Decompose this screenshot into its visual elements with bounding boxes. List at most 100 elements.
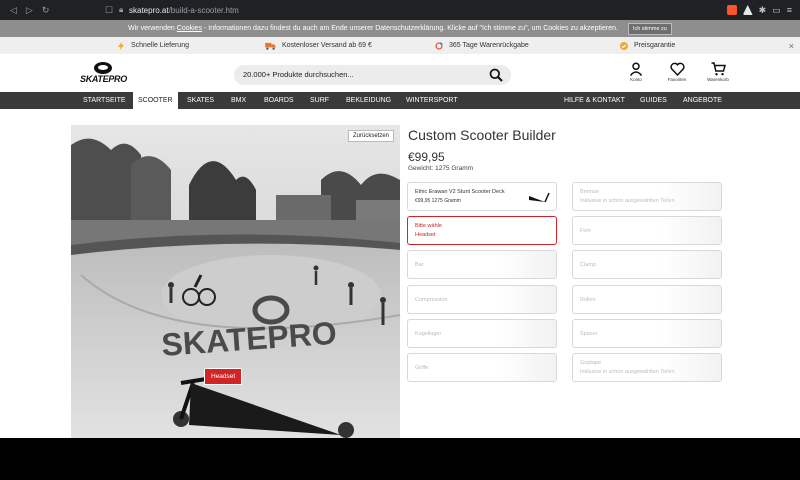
part-compression[interactable]: Compression [407,285,557,314]
part-name: Spacer [580,331,598,337]
main-nav: STARTSEITE SCOOTER SKATES BMX BOARDS SUR… [0,92,800,109]
browser-nav: ◁ ▷ ↻ [0,5,105,16]
close-icon[interactable]: × [789,41,794,51]
part-kugellager[interactable]: Kugellager [407,319,557,348]
site-header: SKATEPRO 20.000+ Produkte durchsuchen...… [0,54,800,92]
search-placeholder: 20.000+ Produkte durchsuchen... [243,70,354,79]
browser-toolbar: ◁ ▷ ↻ ☐ 🔒︎ skatepro.at/build-a-scooter.h… [0,0,800,20]
usp-fast-delivery: Schnelle Lieferung [117,41,189,50]
part-name: Rollen [580,297,596,303]
part-fade [661,354,721,381]
account-button[interactable]: Konto [622,62,650,82]
search-input[interactable]: 20.000+ Produkte durchsuchen... [234,65,511,85]
window-icon[interactable]: ▭ [772,5,781,16]
skatepark-photo: SKATEPRO [71,125,400,438]
nav-item-scooter[interactable]: SCOOTER [133,92,178,109]
badge-check-icon [620,41,628,50]
part-name: Compression [415,297,448,303]
user-icon [629,62,643,76]
nav-item-wintersport[interactable]: WINTERSPORT [401,92,463,109]
part-details: Headset [415,232,436,238]
part-name: Ethic Erawan V2 Stunt Scooter Deck [415,189,505,195]
usp-bar: Schnelle Lieferung Kostenloser Versand a… [0,37,800,54]
part-fade [661,251,721,278]
reset-button[interactable]: Zurücksetzen [347,130,394,142]
cookie-accept-button[interactable]: Ich stimme zu [627,22,672,35]
account-label: Konto [630,77,642,82]
deck-thumbnail [529,192,550,203]
total-weight: Gewicht: 1275 Gramm [408,165,474,172]
part-rollen[interactable]: Rollen [572,285,722,314]
usp-free-shipping: Kostenloser Versand ab 69 € [265,42,372,50]
menu-icon[interactable]: ≡ [787,5,792,15]
part-bar[interactable]: Bar [407,250,557,279]
cart-icon [711,62,726,76]
part-name: Clamp [580,262,596,268]
back-icon[interactable]: ◁ [10,5,17,16]
usp-price-guarantee: Preisgarantie [620,41,676,50]
brave-shield-icon[interactable] [726,5,737,15]
part-bremse[interactable]: Bremse Inklusive in schon ausgewählten T… [572,182,722,211]
part-name: Fork [580,228,591,234]
part-fade [661,286,721,313]
truck-icon [265,42,276,50]
reload-icon[interactable]: ↻ [42,5,50,16]
search-icon[interactable] [489,68,503,82]
favorites-button[interactable]: Favoriten [663,62,691,82]
part-name: Griptape [580,360,602,366]
cookie-text-after: - Informationen dazu findest du auch am … [202,25,618,32]
cookie-link[interactable]: Cookies [177,25,202,32]
nav-item-skates[interactable]: SKATES [182,92,219,109]
part-name: Griffe [415,365,429,371]
part-fade [496,354,556,381]
part-griptape[interactable]: Griptape Inklusive in schon ausgewählten… [572,353,722,382]
return-icon [435,41,443,50]
bookmark-icon[interactable]: ☐ [105,5,119,16]
nav-item-bmx[interactable]: BMX [226,92,251,109]
favorites-label: Favoriten [667,77,687,82]
nav-item-bekleidung[interactable]: BEKLEIDUNG [341,92,396,109]
heart-icon [669,62,685,76]
page-title: Custom Scooter Builder [408,127,556,143]
nav-item-surf[interactable]: SURF [305,92,334,109]
skatepro-logo[interactable]: SKATEPRO [80,62,128,86]
part-clamp[interactable]: Clamp [572,250,722,279]
part-spacer[interactable]: Spacer [572,319,722,348]
nav-item-guides[interactable]: GUIDES [635,92,672,109]
address-bar[interactable]: skatepro.at/build-a-scooter.htm [129,6,727,15]
part-headset[interactable]: Bitte wähle Headset [407,216,557,245]
cart-button[interactable]: Warenkorb [704,62,732,82]
part-name: Kugellager [415,331,442,337]
part-deck[interactable]: Ethic Erawan V2 Stunt Scooter Deck €99,9… [407,182,557,211]
usp-label: 365 Tage Warenrückgabe [449,42,529,49]
part-details: €99,95 1275 Gramm [415,198,461,204]
scooter-preview: SKATEPRO Zurücksetzen Headset [71,125,400,438]
nav-item-angebote[interactable]: ANGEBOTE [678,92,727,109]
part-fade [496,286,556,313]
rewards-icon[interactable] [742,5,753,15]
part-fade [496,320,556,347]
part-name: Bar [415,262,424,268]
part-fork[interactable]: Fork [572,216,722,245]
header-actions: Konto Favoriten Warenkorb [622,62,732,82]
url-path: /build-a-scooter.htm [168,5,239,15]
browser-extensions: ✱ ▭ ≡ [726,5,800,16]
usp-label: Kostenloser Versand ab 69 € [282,42,372,49]
extensions-icon[interactable]: ✱ [759,5,767,16]
nav-item-hilfe[interactable]: HILFE & KONTAKT [559,92,630,109]
usp-label: Schnelle Lieferung [131,42,189,49]
usp-returns: 365 Tage Warenrückgabe [435,41,529,50]
usp-label: Preisgarantie [634,42,676,49]
nav-item-boards[interactable]: BOARDS [259,92,299,109]
page: ◁ ▷ ↻ ☐ 🔒︎ skatepro.at/build-a-scooter.h… [0,0,800,480]
logo-text: SKATEPRO [80,74,127,84]
part-fade [661,183,721,210]
cookie-text-before: Wir verwenden [128,25,177,32]
nav-item-startseite[interactable]: STARTSEITE [78,92,131,109]
offscreen-area [0,438,800,480]
headset-hotspot[interactable]: Headset [204,368,243,385]
lightning-icon [117,41,125,50]
forward-icon[interactable]: ▷ [26,5,33,16]
part-griffe[interactable]: Griffe [407,353,557,382]
part-fade [661,217,721,244]
